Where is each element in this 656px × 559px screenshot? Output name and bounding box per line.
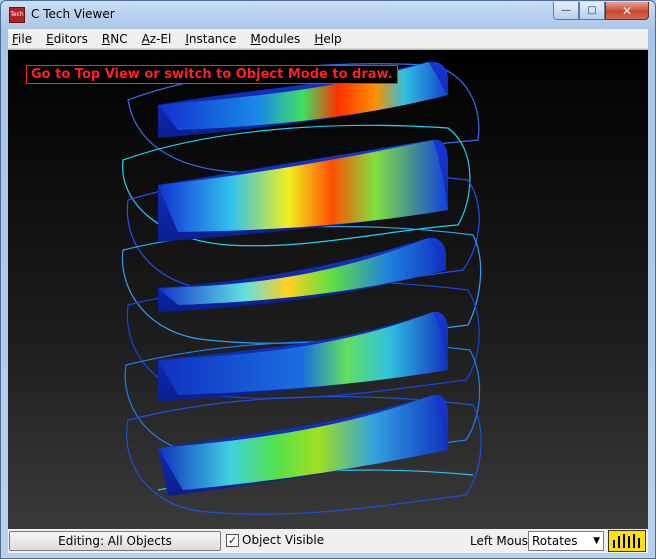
chevron-down-icon: ▼ [593,536,600,546]
3d-viewport[interactable]: Go to Top View or switch to Object Mode … [8,50,648,529]
menu-file[interactable]: File [12,32,32,46]
window-title: C Tech Viewer [31,7,115,21]
left-mouse-label: Left Mouse [470,534,536,548]
menu-az-el[interactable]: Az-El [142,32,172,46]
menu-help[interactable]: Help [314,32,341,46]
menu-bar: File Editors RNC Az-El Instance Modules … [8,29,648,49]
editing-objects-button[interactable]: Editing: All Objects [9,531,221,551]
title-bar[interactable]: Tech C Tech Viewer — □ ✕ [1,1,655,29]
left-mouse-mode-value: Rotates [532,534,578,548]
app-window: Tech C Tech Viewer — □ ✕ File Editors RN… [0,0,656,559]
close-button[interactable]: ✕ [605,2,649,20]
menu-instance[interactable]: Instance [185,32,236,46]
slab-layer-3 [158,237,446,312]
object-visible-toggle[interactable]: ✓ Object Visible [226,533,324,547]
minimize-button[interactable]: — [553,2,579,20]
draw-mode-message: Go to Top View or switch to Object Mode … [26,65,398,84]
object-visible-label: Object Visible [242,533,325,547]
activity-meter-icon [608,530,646,552]
status-bar: Editing: All Objects ✓ Object Visible Le… [8,529,648,553]
slab-layer-5 [158,394,448,496]
menu-modules[interactable]: Modules [250,32,300,46]
menu-editors[interactable]: Editors [46,32,88,46]
left-mouse-mode-select[interactable]: Rotates ▼ [528,531,604,551]
maximize-button[interactable]: □ [579,2,605,20]
3d-scene [121,61,482,515]
menu-rnc[interactable]: RNC [102,32,128,46]
object-visible-checkbox[interactable]: ✓ [226,533,239,547]
slab-layer-2 [158,139,448,242]
app-logo-icon: Tech [9,7,25,23]
